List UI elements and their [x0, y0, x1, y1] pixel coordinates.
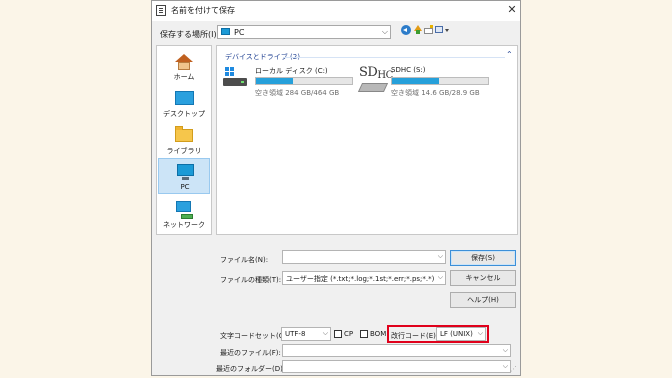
nav-item-pc[interactable]: PC: [158, 158, 210, 194]
nav-item-desktop[interactable]: デスクトップ: [158, 85, 210, 121]
nav-item-label: ネットワーク: [163, 221, 205, 229]
library-folder-icon: [175, 126, 193, 142]
up-folder-icon[interactable]: [413, 25, 423, 35]
drive-usage-bar: [391, 77, 489, 85]
filename-input[interactable]: ⌵: [282, 250, 446, 264]
pc-icon: [221, 28, 230, 35]
view-menu-icon[interactable]: [435, 25, 450, 35]
window-title: 名前を付けて保存: [171, 6, 235, 15]
chevron-down-icon: ⌵: [502, 346, 508, 354]
chevron-down-icon[interactable]: ⌵: [438, 252, 443, 261]
hard-disk-icon: [223, 78, 247, 86]
save-location-value: PC: [234, 28, 245, 37]
nav-item-label: PC: [180, 183, 190, 191]
sdhc-card-icon: SDHC: [359, 65, 393, 81]
nav-item-label: ライブラリ: [166, 147, 202, 155]
windows-logo-icon: [225, 67, 235, 77]
recent-file-label: 最近のファイル(F):: [220, 349, 281, 357]
cancel-button[interactable]: キャンセル: [450, 270, 516, 286]
desktop-icon: [175, 91, 194, 105]
drive-usage-bar: [255, 77, 353, 85]
chevron-down-icon: ⌵: [437, 273, 443, 281]
pc-icon: [177, 164, 194, 180]
notepad-app-icon: [156, 5, 166, 16]
encoding-select[interactable]: UTF-8 ⌵: [281, 327, 331, 341]
encoding-label: 文字コードセット(C):: [220, 332, 289, 340]
save-button[interactable]: 保存(S): [450, 250, 516, 266]
cp-checkbox[interactable]: [334, 330, 342, 338]
drive-name: ローカル ディスク (C:): [255, 67, 328, 75]
drive-s[interactable]: SDHC SDHC (S:) 空き領域 14.6 GB/28.9 GB: [357, 65, 509, 100]
chevron-down-icon: ⌵: [381, 27, 388, 36]
nav-item-network[interactable]: ネットワーク: [158, 196, 210, 232]
save-location-combo[interactable]: PC ⌵: [217, 25, 391, 39]
nav-item-home[interactable]: ホーム: [158, 48, 210, 84]
encoding-value: UTF-8: [285, 330, 306, 338]
title-bar: 名前を付けて保存 ✕: [152, 1, 520, 21]
recent-file-select[interactable]: ⌵: [282, 344, 511, 357]
nav-item-label: ホーム: [173, 73, 195, 81]
drive-name: SDHC (S:): [391, 66, 426, 74]
chevron-down-icon: ⌵: [502, 362, 508, 370]
network-icon: [176, 201, 193, 219]
save-location-label: 保存する場所(I):: [160, 30, 220, 39]
recent-folder-label: 最近のフォルダー(D):: [216, 365, 286, 373]
filename-label: ファイル名(N):: [220, 256, 269, 264]
recent-folder-select[interactable]: ⌵: [282, 360, 511, 373]
resize-grip-icon[interactable]: ⋰: [510, 365, 518, 373]
bom-label: BOM: [370, 330, 387, 338]
chevron-down-icon: ⌵: [322, 329, 328, 337]
new-folder-icon[interactable]: [424, 25, 434, 35]
bom-checkbox[interactable]: [360, 330, 368, 338]
drive-usage-fill: [256, 78, 294, 84]
collapse-icon[interactable]: ⌃: [506, 50, 513, 59]
filetype-label: ファイルの種類(T):: [220, 276, 282, 284]
navigation-pane: ホーム デスクトップ ライブラリ PC ネットワーク: [156, 45, 212, 235]
back-icon[interactable]: [401, 25, 411, 35]
nav-item-label: デスクトップ: [163, 110, 205, 118]
file-list-pane[interactable]: デバイスとドライブ (2) ⌃ ローカル ディスク (C:) 空き領域 284 …: [216, 45, 518, 235]
save-as-dialog: 名前を付けて保存 ✕ 保存する場所(I): PC ⌵ ホーム デスクトップ ライ…: [151, 0, 521, 376]
filetype-select[interactable]: ユーザー指定 (*.txt;*.log;*.1st;*.err;*.ps;*.*…: [282, 271, 446, 285]
filetype-value: ユーザー指定 (*.txt;*.log;*.1st;*.err;*.ps;*.*…: [286, 275, 435, 283]
drive-c[interactable]: ローカル ディスク (C:) 空き領域 284 GB/464 GB: [223, 66, 353, 100]
drive-free-space: 空き領域 14.6 GB/28.9 GB: [391, 89, 480, 97]
home-icon: [175, 54, 193, 70]
drive-free-space: 空き領域 284 GB/464 GB: [255, 89, 340, 97]
cp-label: CP: [344, 330, 354, 338]
help-button[interactable]: ヘルプ(H): [450, 292, 516, 308]
highlight-box: [387, 325, 489, 343]
close-button[interactable]: ✕: [504, 2, 520, 18]
drive-usage-fill: [392, 78, 440, 84]
sdhc-logo-main: SD: [359, 65, 378, 80]
group-divider: [283, 57, 505, 58]
nav-item-libraries[interactable]: ライブラリ: [158, 122, 210, 158]
sd-card-reader-icon: [357, 83, 389, 92]
